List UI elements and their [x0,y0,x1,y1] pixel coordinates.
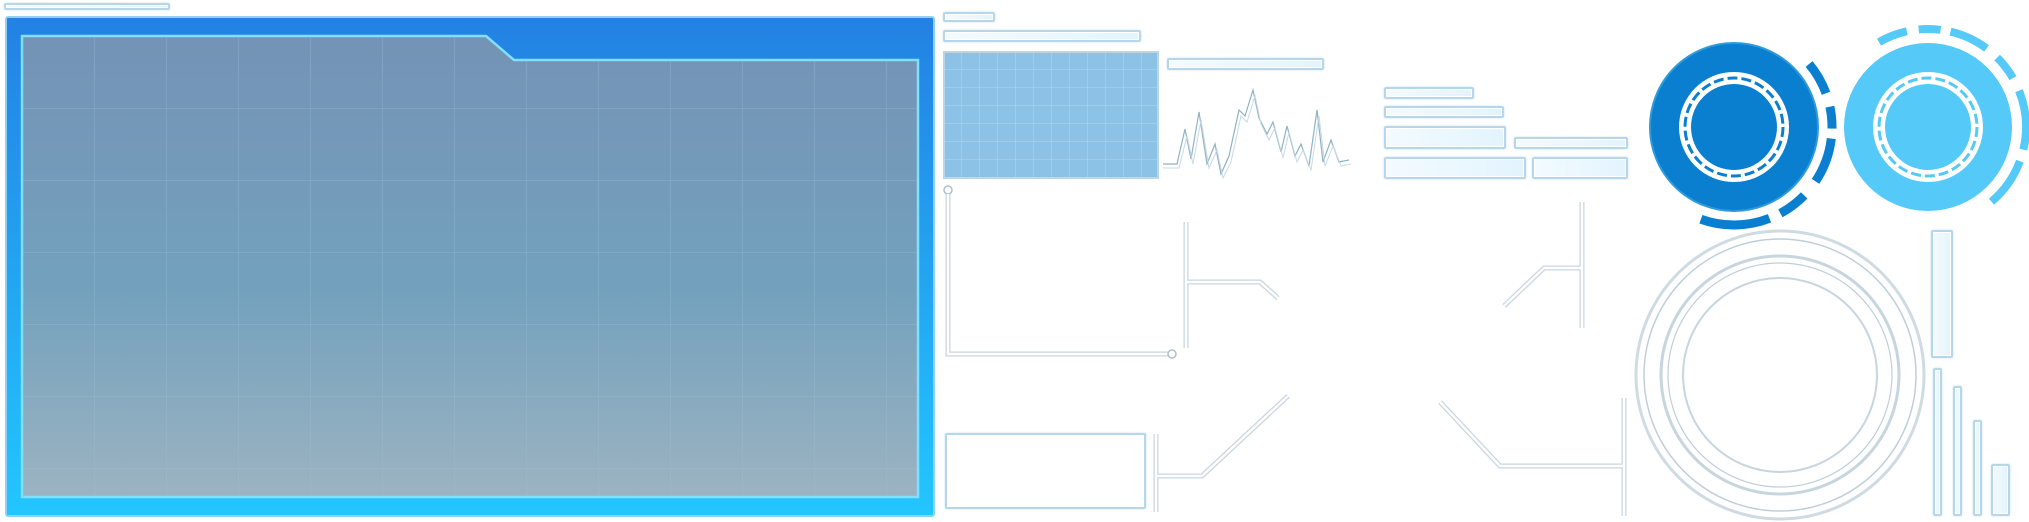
stack-bar-4 [1514,137,1628,149]
bar-meter-2 [1953,386,1962,516]
bracket-angle-right [1438,398,1627,516]
waveform-header-bar [1167,58,1324,70]
stack-bar-2 [1384,106,1504,118]
long-title-bar [943,30,1141,42]
bracket-l-big [943,185,1177,359]
circle-gauge-icon [1634,229,1926,521]
small-title-bar [943,12,995,22]
ring-gauge-icon [1631,24,1837,230]
stack-bar-6 [1532,157,1628,179]
bar-meter-3 [1973,420,1982,516]
stack-bar-5 [1384,157,1526,179]
bottom-box-frame [945,433,1146,509]
bar-meter-4 [1991,464,2010,516]
bracket-angle-left [1153,394,1290,512]
waveform-icon [1163,87,1352,180]
ring-gauge-light-icon [1826,25,2029,230]
grid-square [943,51,1159,179]
vertical-bar-tall [1931,230,1953,358]
bracket-t-right [1183,222,1280,348]
stack-bar-1 [1384,87,1474,99]
bracket-t-left [1502,202,1585,328]
bar-meter-1 [1933,368,1942,516]
stack-bar-3 [1384,126,1506,149]
main-panel [5,16,935,517]
